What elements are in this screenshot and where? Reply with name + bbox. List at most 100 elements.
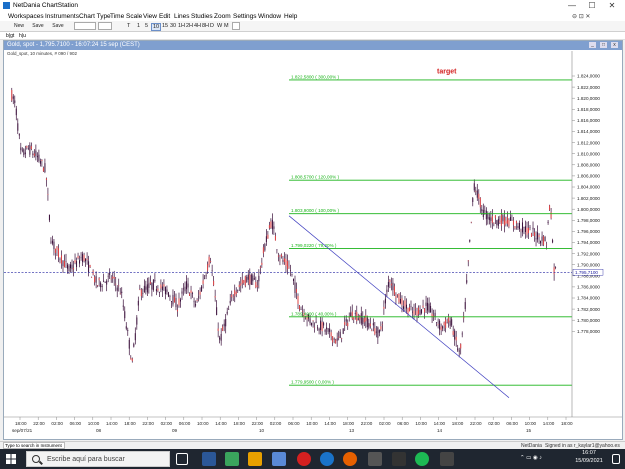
menu-view[interactable]: View	[143, 13, 157, 20]
mdi-controls[interactable]: ⊖ ⊡ ✕	[572, 13, 590, 20]
candle-body	[460, 343, 462, 349]
menu-instruments[interactable]: Instruments	[45, 13, 79, 20]
timeframe-m[interactable]: M	[224, 23, 229, 29]
candle-body	[240, 283, 242, 286]
menu-help[interactable]: Help	[284, 13, 297, 20]
candle-body	[187, 283, 189, 288]
candle-body	[428, 303, 430, 313]
timeframe-4h[interactable]: 4H	[194, 23, 201, 29]
candle-body	[35, 150, 37, 156]
opera-icon[interactable]	[297, 452, 311, 466]
app-icon-11[interactable]	[440, 452, 454, 466]
x-tick-label: 02:00	[51, 421, 63, 426]
timeframe-10[interactable]: 10	[151, 23, 162, 31]
task-view-icon[interactable]	[176, 453, 188, 465]
file-explorer-icon[interactable]	[248, 452, 262, 466]
timeframe-t[interactable]: T	[127, 23, 130, 29]
tray-icons[interactable]: ⌃ ▭ ◉ ♪	[520, 455, 542, 461]
y-tick-label: 1.798,0000	[577, 218, 600, 223]
windows-start-icon[interactable]	[6, 454, 16, 464]
candle-body	[541, 236, 543, 241]
timeframe-1h[interactable]: 1H	[178, 23, 185, 29]
menu-time-scale[interactable]: Time Scale	[110, 13, 142, 20]
candle-body	[235, 291, 237, 295]
candle-body	[485, 210, 487, 220]
menu-chart-type[interactable]: Chart Type	[79, 13, 111, 20]
instrument-search-input[interactable]: Type to search in Instrument	[3, 442, 65, 449]
candle-body	[342, 328, 344, 334]
x-tick-label: 14:00	[215, 421, 227, 426]
app-icon-4[interactable]	[272, 452, 286, 466]
maximize-button[interactable]: ☐	[583, 0, 601, 12]
candle-body	[506, 216, 508, 224]
instrument-select[interactable]	[74, 22, 96, 30]
candle-body	[24, 152, 26, 155]
candle-body	[217, 328, 219, 331]
firefox-icon[interactable]	[343, 452, 357, 466]
menu-window[interactable]: Window	[258, 13, 281, 20]
timeframe-2h[interactable]: 2H	[186, 23, 193, 29]
taskbar-time[interactable]: 16:07	[570, 450, 608, 456]
candle-body	[518, 223, 520, 229]
new-button[interactable]: New	[12, 22, 26, 30]
menu-edit[interactable]: Edit	[159, 13, 170, 20]
candle-body	[18, 134, 20, 136]
candle-body	[243, 280, 245, 283]
timeframe-5[interactable]: 5	[145, 23, 148, 29]
close-button[interactable]: ✕	[603, 0, 621, 12]
candle-body	[341, 338, 343, 339]
menu-settings[interactable]: Settings	[233, 13, 257, 20]
notifications-icon[interactable]	[612, 454, 620, 464]
candle-body	[160, 284, 162, 289]
menu-zoom[interactable]: Zoom	[214, 13, 231, 20]
candle-body	[51, 240, 53, 244]
x-tick-label: 22:00	[33, 421, 45, 426]
candle-body	[181, 291, 183, 294]
menu-studies[interactable]: Studies	[191, 13, 213, 20]
spotify-icon[interactable]	[415, 452, 429, 466]
save-as-button[interactable]: Save as	[49, 22, 67, 37]
minimize-button[interactable]: —	[563, 0, 581, 12]
x-date-label: 15	[526, 428, 532, 433]
candle-body	[140, 289, 142, 297]
candle-body	[410, 306, 412, 307]
app-icon-2[interactable]	[225, 452, 239, 466]
menu-workspaces[interactable]: Workspaces	[8, 13, 44, 20]
timeframe-d[interactable]: D	[210, 23, 214, 29]
x-tick-label: 06:00	[397, 421, 409, 426]
netdania-taskbar-icon[interactable]	[368, 452, 382, 466]
candle-body	[500, 214, 502, 226]
taskbar-search-box[interactable]: Escribe aquí para buscar	[26, 451, 170, 467]
chart-window[interactable]: Gold, spot - 1,795.7100 - 16:07:24 15 se…	[3, 40, 623, 440]
candle-body	[232, 297, 234, 298]
subbar-right-tools[interactable]: h|u	[19, 33, 26, 39]
candle-body	[276, 249, 278, 251]
chart-type-select[interactable]	[98, 22, 112, 30]
timeframe-15[interactable]: 15	[162, 23, 168, 29]
edge-icon[interactable]	[320, 452, 334, 466]
candle-body	[163, 284, 165, 287]
candle-body	[265, 236, 267, 243]
taskbar-date[interactable]: 15/09/2021	[570, 458, 608, 464]
candle-body	[353, 317, 355, 320]
timeframe-1[interactable]: 1	[137, 23, 140, 29]
timeframe-w[interactable]: W	[217, 23, 222, 29]
app-icon-1[interactable]	[202, 452, 216, 466]
candle-body	[27, 148, 29, 149]
menu-lines[interactable]: Lines	[174, 13, 190, 20]
timeframe-8h[interactable]: 8H	[202, 23, 209, 29]
app-icon-9[interactable]	[392, 452, 406, 466]
save-button[interactable]: Save	[31, 22, 45, 30]
timeframe-30[interactable]: 30	[170, 23, 176, 29]
candle-body	[155, 289, 157, 292]
price-chart[interactable]: 1.822,5800 ( 300,00% ) 1.808,5700 ( 120,0…	[4, 41, 622, 439]
candle-body	[505, 220, 507, 224]
candle-body	[98, 278, 100, 281]
candle-body	[113, 276, 115, 279]
x-date-label: 10	[259, 428, 265, 433]
candle-body	[412, 311, 414, 313]
subbar-left-tools[interactable]: b|gt	[6, 33, 14, 39]
custom-timeframe-box[interactable]	[232, 22, 240, 30]
candle-body	[451, 319, 453, 326]
candle-body	[118, 285, 120, 287]
